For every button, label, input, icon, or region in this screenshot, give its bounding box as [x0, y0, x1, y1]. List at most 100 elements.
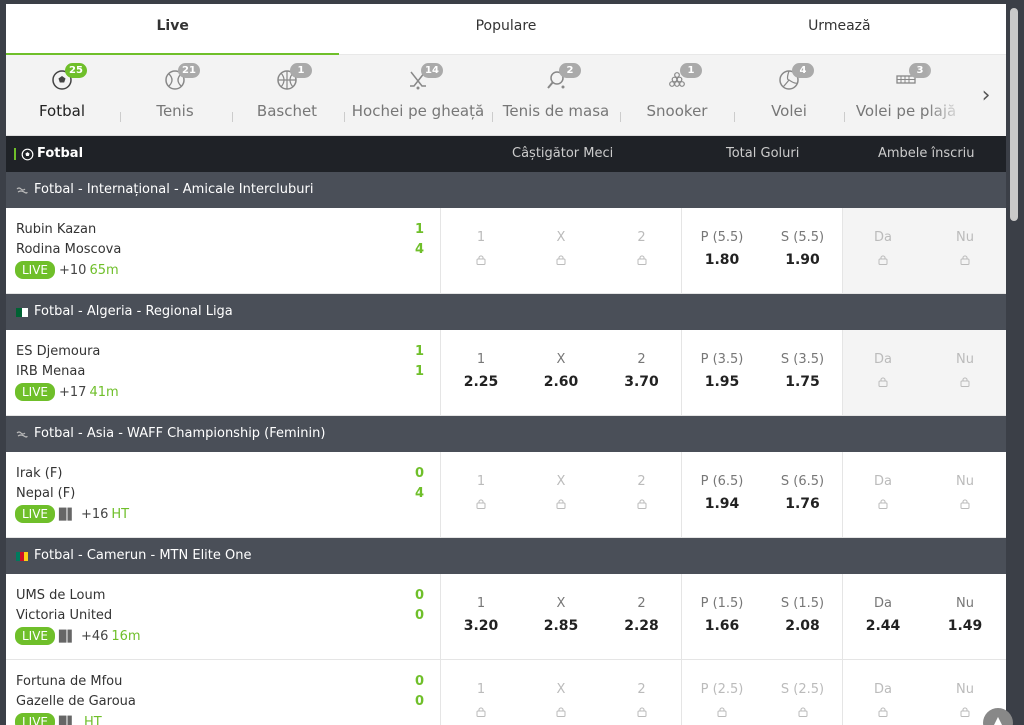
odds-cell[interactable]: S (3.5) 1.75 [762, 330, 843, 415]
lock-icon [798, 707, 807, 717]
sport-fotbal[interactable]: 25 Fotbal [6, 55, 118, 136]
odds-cell[interactable]: P (1.5) 1.66 [682, 574, 762, 659]
odds-cell[interactable]: P (5.5) 1.80 [682, 208, 762, 293]
odds-cell[interactable]: S (6.5) 1.76 [762, 452, 843, 537]
league-header[interactable]: Fotbal - Asia - WAFF Championship (Femin… [6, 416, 1006, 452]
odds-label: 1 [476, 352, 486, 367]
odds-value[interactable]: 2.44 [843, 618, 923, 634]
away-score: 4 [415, 486, 425, 501]
lock-icon [637, 499, 646, 509]
odds-area: 1 X 2 P (5.5) 1.80 S (5.5) 1.90 Da Nu [440, 208, 1006, 293]
odds-label: Da [874, 474, 892, 489]
odds-label: X [556, 596, 566, 611]
odds-cell[interactable]: Nu 1.49 [923, 574, 1006, 659]
sport-header: Fotbal Câștigător Meci Total Goluri Ambe… [6, 136, 1006, 172]
home-team[interactable]: Rubin Kazan [16, 222, 96, 237]
stats-icon[interactable]: ▉▌ [59, 508, 76, 521]
odds-cell[interactable]: P (6.5) 1.94 [682, 452, 762, 537]
sport-header-title: Fotbal [14, 136, 83, 172]
match-time: HT [83, 714, 102, 725]
odds-value[interactable]: 2.28 [601, 618, 682, 634]
more-markets-link[interactable]: +46 [81, 629, 108, 644]
home-team[interactable]: Fortuna de Mfou [16, 674, 122, 689]
odds-label: 1 [476, 596, 486, 611]
sport-snooker[interactable]: 1 Snooker [622, 55, 732, 136]
home-score: 0 [415, 674, 425, 689]
stats-icon[interactable]: ▉▌ [59, 630, 76, 643]
away-team[interactable]: IRB Menaa [16, 364, 85, 379]
more-markets-link[interactable]: +16 [81, 507, 108, 522]
sport-tenis[interactable]: 21 Tenis [122, 55, 228, 136]
more-markets-link[interactable]: +10 [59, 263, 86, 278]
odds-cell[interactable]: S (5.5) 1.90 [762, 208, 843, 293]
match-row[interactable]: Fortuna de Mfou Gazelle de Garoua 0 0 LIVE ▉▌… [6, 660, 1006, 725]
stats-icon[interactable]: ▉▌ [59, 716, 76, 725]
league-header[interactable]: Fotbal - Internațional - Amicale Intercl… [6, 172, 1006, 208]
lock-icon [878, 707, 888, 717]
lock-icon [717, 707, 727, 717]
odds-cell[interactable]: P (3.5) 1.95 [682, 330, 762, 415]
match-row[interactable]: UMS de Loum Victoria United 0 0 LIVE ▉▌ +46 16m… [6, 574, 1006, 660]
odds-value[interactable]: 1.75 [762, 374, 843, 390]
divider [492, 112, 493, 122]
more-markets-link[interactable]: +17 [59, 385, 86, 400]
odds-value[interactable]: 1.76 [762, 496, 843, 512]
away-team[interactable]: Rodina Moscova [16, 242, 121, 257]
home-team[interactable]: ES Djemoura [16, 344, 100, 359]
odds-label: S (2.5) [780, 682, 825, 697]
sport-count-badge: 14 [421, 63, 443, 78]
odds-value[interactable]: 1.66 [682, 618, 762, 634]
sport-hochei[interactable]: 14 Hochei pe gheață [348, 55, 488, 136]
odds-value[interactable]: 2.85 [521, 618, 601, 634]
odds-value[interactable]: 1.95 [682, 374, 762, 390]
odds-value[interactable]: 2.08 [762, 618, 843, 634]
odds-value[interactable]: 3.20 [441, 618, 521, 634]
odds-value[interactable]: 1.80 [682, 252, 762, 268]
away-team[interactable]: Nepal (F) [16, 486, 75, 501]
live-badge: LIVE [15, 261, 56, 279]
scroll-fade [926, 55, 966, 136]
tab-populare[interactable]: Populare [339, 4, 672, 54]
scroll-up-icon[interactable]: ▲ [983, 708, 1013, 725]
odds-label: X [556, 352, 566, 367]
match-meta: LIVE ▉▌ +46 16m [15, 627, 141, 645]
scrollbar-thumb[interactable] [1010, 8, 1018, 221]
tab-live[interactable]: Live [6, 4, 340, 55]
odds-cell[interactable]: 2 2.28 [601, 574, 682, 659]
odds-cell[interactable]: 1 2.25 [441, 330, 521, 415]
away-team[interactable]: Victoria United [16, 608, 112, 623]
home-team[interactable]: UMS de Loum [16, 588, 105, 603]
odds-value[interactable]: 2.25 [441, 374, 521, 390]
odds-value[interactable]: 1.49 [923, 618, 1006, 634]
odds-value[interactable]: 3.70 [601, 374, 682, 390]
odds-cell[interactable]: S (1.5) 2.08 [762, 574, 843, 659]
odds-area: 1 3.20 X 2.85 2 2.28 P (1.5) 1.66 S (1.5) 2.08 Da 2… [440, 574, 1006, 659]
match-row[interactable]: ES Djemoura IRB Menaa 1 1 LIVE +17 41m 1 2.25 X 2.… [6, 330, 1006, 416]
match-row[interactable]: Rubin Kazan Rodina Moscova 1 4 LIVE +10 65m 1 X 2… [6, 208, 1006, 294]
sport-baschet[interactable]: 1 Baschet [234, 55, 340, 136]
odds-cell[interactable]: X 2.85 [521, 574, 601, 659]
odds-cell[interactable]: X 2.60 [521, 330, 601, 415]
odds-value[interactable]: 1.94 [682, 496, 762, 512]
odds-cell[interactable]: 2 3.70 [601, 330, 682, 415]
match-meta: LIVE +10 65m [15, 261, 119, 279]
odds-value[interactable]: 2.60 [521, 374, 601, 390]
sport-volei[interactable]: 4 Volei [736, 55, 842, 136]
sport-count-badge: 4 [792, 63, 814, 78]
league-header[interactable]: Fotbal - Algeria - Regional Liga [6, 294, 1006, 330]
live-badge: LIVE [15, 627, 56, 645]
live-badge: LIVE [15, 383, 56, 401]
sport-label: Baschet [256, 102, 318, 120]
tab-urmeaza[interactable]: Urmează [673, 4, 1006, 54]
away-team[interactable]: Gazelle de Garoua [16, 694, 136, 709]
odds-cell[interactable]: 1 3.20 [441, 574, 521, 659]
sport-count-badge: 21 [178, 63, 200, 78]
match-row[interactable]: Irak (F) Nepal (F) 0 4 LIVE ▉▌ +16 HT 1 X 2 P (6.5)… [6, 452, 1006, 538]
lock-icon [878, 255, 888, 265]
sport-tenis-de-masa[interactable]: 2 Tenis de masa [496, 55, 616, 136]
league-header[interactable]: Fotbal - Camerun - MTN Elite One [6, 538, 1006, 574]
odds-value[interactable]: 1.90 [762, 252, 843, 268]
odds-cell[interactable]: Da 2.44 [843, 574, 923, 659]
home-team[interactable]: Irak (F) [16, 466, 62, 481]
chevron-right-icon[interactable]: › [966, 55, 1006, 136]
